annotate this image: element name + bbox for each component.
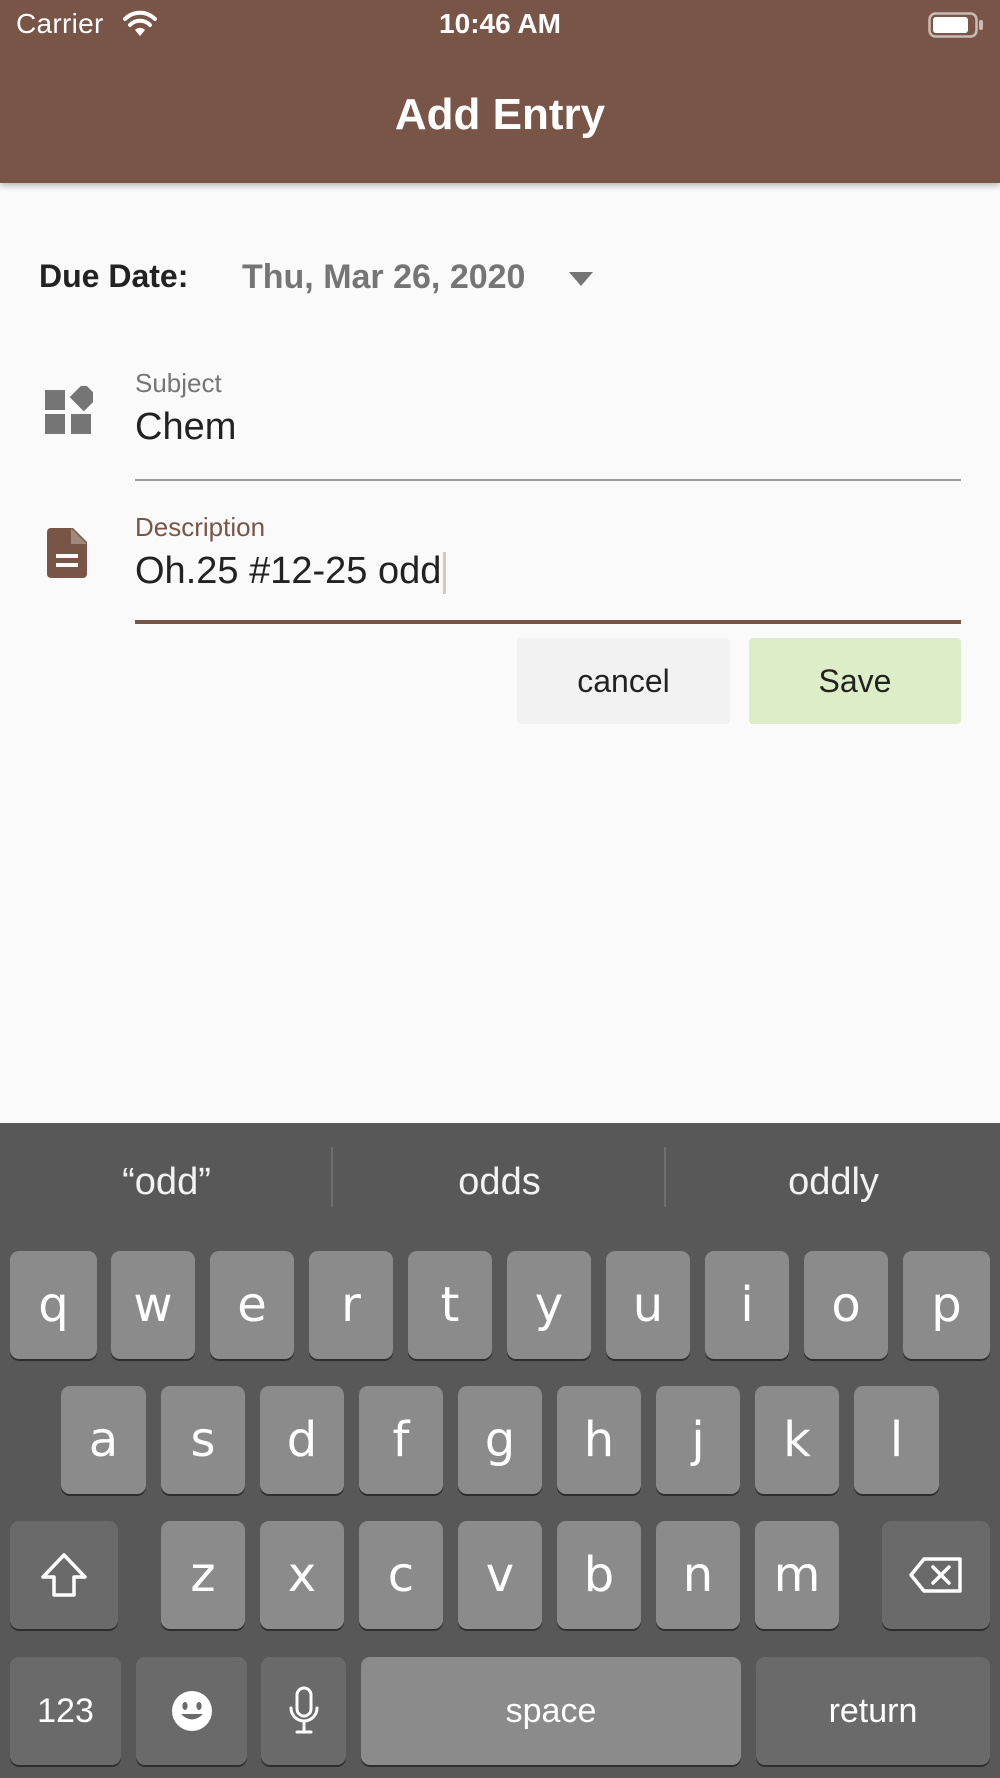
key-l[interactable]: l [854, 1386, 939, 1494]
status-time: 10:46 AM [439, 8, 561, 39]
key-x[interactable]: x [260, 1521, 344, 1629]
widgets-icon [45, 386, 93, 434]
key-u[interactable]: u [606, 1251, 690, 1359]
emoji-icon [171, 1691, 212, 1731]
key-i[interactable]: i [705, 1251, 789, 1359]
key-s[interactable]: s [161, 1386, 245, 1494]
key-c[interactable]: c [359, 1521, 443, 1629]
key-e[interactable]: e [210, 1251, 294, 1359]
key-w[interactable]: w [111, 1251, 195, 1359]
return-key[interactable]: return [756, 1657, 990, 1765]
subject-label: Subject [135, 368, 222, 398]
description-field[interactable]: Description Oh.25 #12-25 odd [135, 512, 961, 627]
description-icon [47, 528, 87, 578]
key-h[interactable]: h [557, 1386, 641, 1494]
key-n[interactable]: n [656, 1521, 740, 1629]
subject-field[interactable]: Subject Chem [135, 368, 961, 483]
suggestion-3[interactable]: oddly [667, 1161, 1000, 1204]
cancel-button[interactable]: cancel [517, 638, 730, 724]
microphone-icon [289, 1686, 318, 1734]
space-key[interactable]: space [361, 1657, 741, 1765]
delete-key[interactable] [882, 1521, 990, 1629]
backspace-icon [909, 1557, 962, 1593]
page-title: Add Entry [394, 90, 606, 139]
suggestion-1[interactable]: “odd” [0, 1161, 333, 1204]
key-t[interactable]: t [408, 1251, 492, 1359]
key-m[interactable]: m [755, 1521, 839, 1629]
text-cursor [443, 551, 447, 594]
key-p[interactable]: p [903, 1251, 990, 1359]
key-r[interactable]: r [309, 1251, 393, 1359]
key-y[interactable]: y [507, 1251, 591, 1359]
subject-input[interactable]: Chem [135, 406, 236, 449]
key-z[interactable]: z [161, 1521, 245, 1629]
key-q[interactable]: q [10, 1251, 97, 1359]
due-date-dropdown[interactable]: Thu, Mar 26, 2020 [242, 258, 525, 297]
shift-icon [41, 1553, 87, 1597]
numbers-key[interactable]: 123 [10, 1657, 121, 1765]
description-underline [135, 620, 961, 624]
suggestion-divider [664, 1147, 666, 1207]
keyboard: “odd” odds oddly q w e r t y u i o p a s… [0, 1123, 1000, 1778]
key-g[interactable]: g [458, 1386, 542, 1494]
save-button[interactable]: Save [749, 638, 961, 724]
shift-key[interactable] [10, 1521, 118, 1629]
key-b[interactable]: b [557, 1521, 641, 1629]
key-o[interactable]: o [804, 1251, 888, 1359]
description-input[interactable]: Oh.25 #12-25 odd [135, 550, 447, 594]
description-text: Oh.25 #12-25 odd [135, 550, 442, 592]
key-d[interactable]: d [260, 1386, 344, 1494]
key-a[interactable]: a [61, 1386, 146, 1494]
suggestion-2[interactable]: odds [333, 1161, 666, 1204]
battery-icon [928, 12, 983, 38]
key-f[interactable]: f [359, 1386, 443, 1494]
dropdown-arrow-icon[interactable] [567, 270, 595, 288]
description-label: Description [135, 512, 266, 542]
key-v[interactable]: v [458, 1521, 542, 1629]
key-j[interactable]: j [656, 1386, 740, 1494]
subject-underline [135, 479, 961, 481]
dictation-key[interactable] [261, 1657, 346, 1765]
due-date-label: Due Date: [39, 258, 189, 294]
emoji-key[interactable] [136, 1657, 247, 1765]
app-bar: Carrier 10:46 AM Add Entry [0, 0, 1000, 183]
key-k[interactable]: k [755, 1386, 839, 1494]
